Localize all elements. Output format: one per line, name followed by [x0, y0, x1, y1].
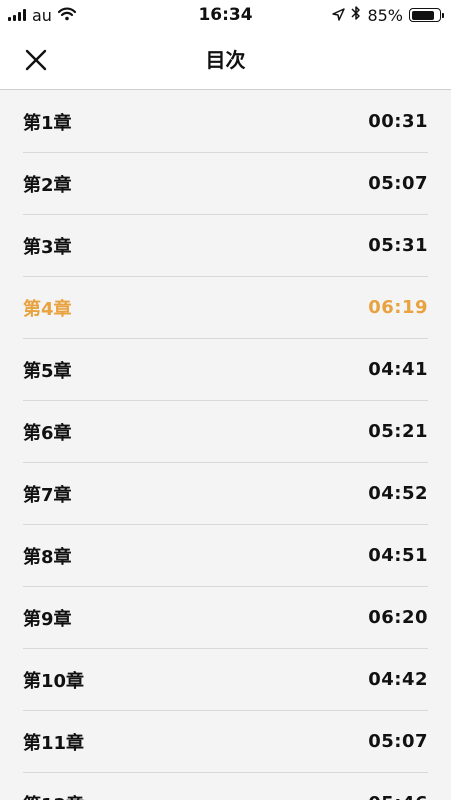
chapter-row[interactable]: 第10章 04:42 — [23, 649, 428, 711]
battery-fill — [411, 10, 435, 20]
carrier-label: au — [32, 5, 52, 25]
chapter-time: 05:21 — [368, 421, 428, 442]
chapter-row[interactable]: 第8章 04:51 — [23, 525, 428, 587]
chapter-time: 04:52 — [368, 483, 428, 504]
chapter-row[interactable]: 第4章 06:19 — [23, 277, 428, 339]
chapter-row[interactable]: 第3章 05:31 — [23, 215, 428, 277]
battery-icon — [409, 8, 444, 22]
chapter-row[interactable]: 第7章 04:52 — [23, 463, 428, 525]
chapter-row[interactable]: 第1章 00:31 — [23, 91, 428, 153]
chapter-time: 06:19 — [368, 297, 428, 318]
chapter-name: 第3章 — [23, 236, 72, 258]
signal-icon — [8, 9, 26, 21]
chapter-row[interactable]: 第2章 05:07 — [23, 153, 428, 215]
chapter-name: 第11章 — [23, 732, 85, 754]
chapter-time: 04:41 — [368, 359, 428, 380]
location-icon — [332, 6, 346, 25]
screen: au 16:34 85% 目次 第1章 00:31 第2章 05:07 第3章 … — [0, 0, 451, 800]
battery-percent: 85% — [367, 5, 403, 25]
chapter-time: 05:07 — [368, 731, 428, 752]
status-bar: au 16:34 85% — [0, 0, 451, 30]
battery-tip — [442, 12, 444, 18]
chapter-name: 第2章 — [23, 174, 72, 196]
chapter-name: 第6章 — [23, 422, 72, 444]
close-button[interactable] — [16, 44, 56, 76]
chapter-name: 第1章 — [23, 112, 72, 134]
chapter-row[interactable]: 第9章 06:20 — [23, 587, 428, 649]
chapter-time: 05:46 — [368, 793, 428, 800]
chapter-name: 第5章 — [23, 360, 72, 382]
chapter-time: 04:51 — [368, 545, 428, 566]
chapter-name: 第8章 — [23, 546, 72, 568]
chapter-time: 04:42 — [368, 669, 428, 690]
chapter-list[interactable]: 第1章 00:31 第2章 05:07 第3章 05:31 第4章 06:19 第5章 04:41… — [0, 91, 451, 800]
chapter-row[interactable]: 第12章 05:46 — [23, 773, 428, 800]
chapter-time: 05:07 — [368, 173, 428, 194]
status-left: au — [8, 5, 77, 25]
chapter-name: 第9章 — [23, 608, 72, 630]
header: 目次 — [0, 30, 451, 90]
chapter-name: 第12章 — [23, 791, 84, 800]
chapter-time: 06:20 — [368, 607, 428, 628]
close-icon — [25, 49, 47, 71]
wifi-icon — [57, 6, 77, 25]
chapter-time: 00:31 — [368, 111, 428, 132]
chapter-name: 第4章 — [23, 298, 72, 320]
chapter-name: 第10章 — [23, 670, 85, 692]
chapter-time: 05:31 — [368, 235, 428, 256]
status-right: 85% — [332, 5, 444, 25]
chapter-row[interactable]: 第6章 05:21 — [23, 401, 428, 463]
chapter-row[interactable]: 第11章 05:07 — [23, 711, 428, 773]
chapter-name: 第7章 — [23, 484, 72, 506]
bluetooth-icon — [351, 5, 361, 25]
chapter-row[interactable]: 第5章 04:41 — [23, 339, 428, 401]
page-title: 目次 — [205, 48, 246, 72]
